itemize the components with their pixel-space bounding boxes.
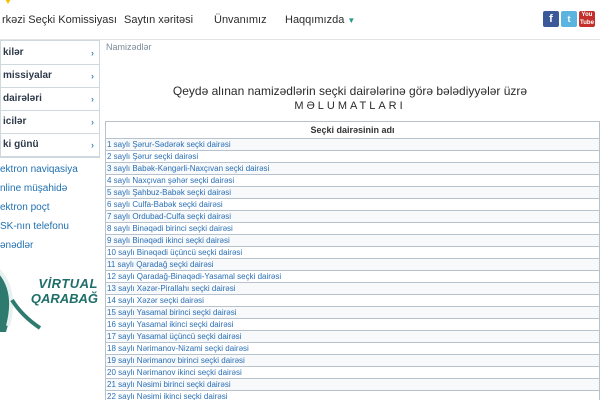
table-row[interactable]: 10 saylı Binəqədi üçüncü seçki dairəsi <box>106 247 600 259</box>
table-row[interactable]: 21 saylı Nəsimi birinci seçki dairəsi <box>106 379 600 391</box>
table-row[interactable]: 17 saylı Yasamal üçüncü seçki dairəsi <box>106 331 600 343</box>
sidebar-links: ektron naviqasiya nline müşahidə ektron po… <box>0 160 100 255</box>
sidebar-menu: kilər › missiyalar › dairələri › icilər › ki gün… <box>0 40 100 158</box>
chevron-right-icon: › <box>91 94 94 104</box>
chevron-right-icon: › <box>91 117 94 127</box>
districts-table: Seçki dairəsinin adı 1 saylı Şərur-Sədər… <box>105 121 600 400</box>
sidebar-menu-item[interactable]: kilər › <box>1 42 99 65</box>
chevron-right-icon: › <box>91 140 94 150</box>
table-row[interactable]: 9 saylı Binəqədi ikinci seçki dairəsi <box>106 235 600 247</box>
chevron-right-icon: › <box>91 71 94 81</box>
sidebar-link[interactable]: ektron poçt <box>0 198 100 217</box>
page-title: Qeydə alınan namizədlərin seçki dairələr… <box>172 84 528 98</box>
table-row[interactable]: 1 saylı Şərur-Sədərək seçki dairəsi <box>106 139 600 151</box>
nav-about-label: Haqqımızda <box>285 14 345 26</box>
table-row[interactable]: 4 saylı Naxçıvan şəhər seçki dairəsi <box>106 175 600 187</box>
table-row[interactable]: 20 saylı Nərimanov ikinci seçki dairəsi <box>106 367 600 379</box>
site-title-link[interactable]: rkəzi Seçki Komissiyası <box>2 14 117 26</box>
sidebar-menu-label: missiyalar <box>3 70 52 81</box>
nav-about[interactable]: Haqqımızda ▼ <box>285 14 355 26</box>
sidebar-menu-item[interactable]: dairələri › <box>1 88 99 111</box>
main-content: Namizədlər Qeydə alınan namizədlərin seç… <box>100 40 600 400</box>
table-row[interactable]: 16 saylı Yasamal ikinci seçki dairəsi <box>106 319 600 331</box>
logo-icon[interactable] <box>0 0 16 8</box>
breadcrumb[interactable]: Namizədlər <box>106 42 152 52</box>
chevron-right-icon: › <box>91 48 94 58</box>
page-subtitle: MƏLUMATLARI <box>294 100 406 112</box>
sidebar: kilər › missiyalar › dairələri › icilər › ki gün… <box>0 40 100 400</box>
sidebar-menu-label: icilər <box>3 116 27 127</box>
sidebar-menu-item[interactable]: icilər › <box>1 111 99 134</box>
top-navigation: rkəzi Seçki Komissiyası Saytın xəritəsi … <box>0 0 600 40</box>
table-row[interactable]: 3 saylı Babək-Kəngərli-Naxçıvan seçki da… <box>106 163 600 175</box>
table-row[interactable]: 8 saylı Binəqədi birinci seçki dairəsi <box>106 223 600 235</box>
table-row[interactable]: 7 saylı Ordubad-Culfa seçki dairəsi <box>106 211 600 223</box>
caret-down-icon: ▼ <box>347 16 356 25</box>
sidebar-link[interactable]: ektron naviqasiya <box>0 160 100 179</box>
table-row[interactable]: 15 saylı Yasamal birinci seçki dairəsi <box>106 307 600 319</box>
sidebar-link[interactable]: nline müşahidə <box>0 179 100 198</box>
table-row[interactable]: 5 saylı Şahbuz-Babək seçki dairəsi <box>106 187 600 199</box>
table-row[interactable]: 14 saylı Xəzər seçki dairəsi <box>106 295 600 307</box>
table-row[interactable]: 22 saylı Nəsimi ikinci seçki dairəsi <box>106 391 600 400</box>
twitter-icon[interactable]: t <box>561 11 577 27</box>
table-row[interactable]: 13 saylı Xəzər-Pirallahı seçki dairəsi <box>106 283 600 295</box>
table-row[interactable]: 6 saylı Culfa-Babək seçki dairəsi <box>106 199 600 211</box>
table-row[interactable]: 2 saylı Şərur seçki dairəsi <box>106 151 600 163</box>
banner-line-2: QARABAĞ <box>30 291 98 306</box>
sidebar-link[interactable]: SK-nın telefonu <box>0 217 100 236</box>
nav-sitemap[interactable]: Saytın xəritəsi <box>124 14 193 26</box>
virtual-qarabag-banner[interactable]: VİRTUAL QARABAĞ <box>0 254 100 336</box>
sidebar-menu-label: ki günü <box>3 139 39 150</box>
table-row[interactable]: 19 saylı Nərimanov birinci seçki dairəsi <box>106 355 600 367</box>
sidebar-menu-label: kilər <box>3 47 24 58</box>
table-header: Seçki dairəsinin adı <box>106 122 600 139</box>
sidebar-menu-item[interactable]: missiyalar › <box>1 65 99 88</box>
nav-address[interactable]: Ünvanımız <box>214 14 267 26</box>
sidebar-link[interactable]: ənədlər <box>0 236 100 255</box>
banner-line-1: VİRTUAL <box>38 276 98 291</box>
table-row[interactable]: 18 saylı Nərimanov-Nizami seçki dairəsi <box>106 343 600 355</box>
facebook-icon[interactable]: f <box>543 11 559 27</box>
sidebar-menu-item[interactable]: ki günü › <box>1 134 99 157</box>
youtube-icon[interactable]: You Tube <box>579 11 595 27</box>
table-body: 1 saylı Şərur-Sədərək seçki dairəsi 2 say… <box>106 139 600 400</box>
table-row[interactable]: 11 saylı Qaradağ seçki dairəsi <box>106 259 600 271</box>
banner-text: VİRTUAL QARABAĞ <box>31 276 98 306</box>
sidebar-menu-label: dairələri <box>3 93 42 104</box>
table-row[interactable]: 12 saylı Qaradağ-Binəqədi-Yasamal seçki … <box>106 271 600 283</box>
